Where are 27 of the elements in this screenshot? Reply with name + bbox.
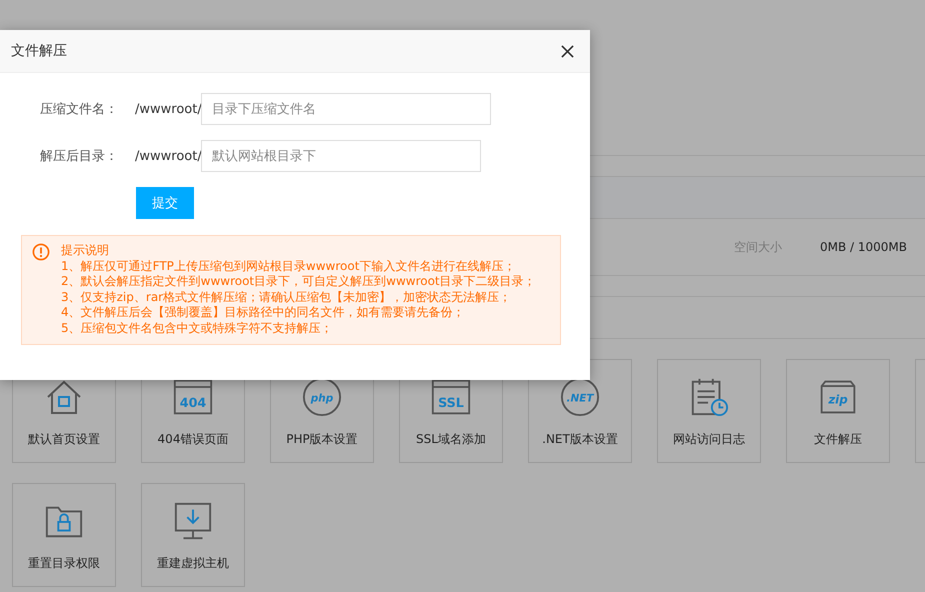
notice-line: 2、默认会解压指定文件到wwwroot目录下，可自定义解压到wwwroot目录下二级目录；	[61, 274, 536, 290]
path-prefix: /wwwroot/	[135, 102, 199, 116]
circle-badge-icon: .NET	[560, 377, 600, 417]
input-field[interactable]: 默认网站根目录下	[201, 140, 481, 172]
dialog-title: 文件解压	[11, 42, 67, 60]
circle-badge-icon: php	[302, 377, 342, 417]
warning-icon	[32, 243, 50, 261]
field-label: 解压后目录：	[39, 148, 118, 165]
close-icon[interactable]	[561, 44, 574, 58]
path-prefix: /wwwroot/	[135, 148, 199, 164]
monitor-download-icon	[173, 501, 213, 541]
tool-tile[interactable]: 重建虚拟主机	[141, 483, 245, 587]
info-value: 0MB / 1000MB	[820, 240, 908, 254]
tool-tile[interactable]: zip 文件解压	[786, 359, 890, 463]
webpage-icon: 404	[173, 377, 213, 417]
notice-title: 提示说明	[61, 243, 110, 258]
notice-line: 5、压缩包文件名包含中文或特殊字符不支持解压；	[61, 320, 334, 336]
input-field[interactable]: 目录下压缩文件名	[201, 93, 491, 125]
tool-tile[interactable]: 重置目录权限	[12, 483, 116, 587]
notice-line: 1、解压仅可通过FTP上传压缩包到网站根目录wwwroot下输入文件名进行在线解压；	[61, 258, 516, 274]
webpage-icon: SSL	[431, 377, 471, 417]
notice-line: 4、文件解压后会【强制覆盖】目标路径中的同名文件，如有需要请先备份；	[61, 305, 466, 320]
notice-line: 3、仅支持zip、rar格式文件解压缩；请确认压缩包【未加密】，加密状态无法解压；	[61, 290, 512, 305]
calendar-clock-icon	[689, 377, 729, 417]
tool-tile[interactable]: 网站访问日志	[657, 359, 761, 463]
field-label: 压缩文件名：	[39, 101, 118, 118]
info-label: 空间大小	[734, 238, 782, 256]
